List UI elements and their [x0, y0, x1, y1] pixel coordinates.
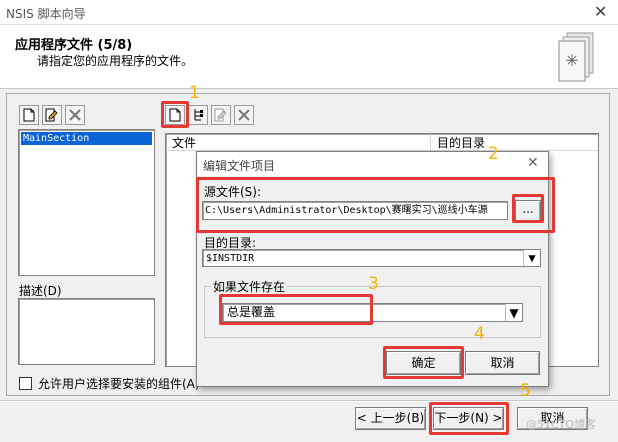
- dialog-cancel-button[interactable]: 取消: [465, 351, 540, 375]
- column-file[interactable]: 文件: [166, 134, 431, 150]
- chevron-down-icon[interactable]: ▼: [523, 250, 540, 266]
- highlight-exists: [219, 294, 373, 325]
- watermark: @51CTO博客: [526, 418, 597, 431]
- svg-text:✳: ✳: [565, 51, 578, 70]
- checkbox-box[interactable]: [19, 377, 32, 390]
- highlight-browse: [512, 194, 544, 223]
- column-dest[interactable]: 目的目录: [431, 134, 485, 150]
- highlight-add-file: [161, 101, 189, 128]
- annotation-1: 1: [189, 83, 200, 103]
- description-label: 描述(D): [19, 284, 62, 298]
- wizard-logo-icon: ✳: [557, 31, 601, 83]
- highlight-next: [429, 402, 509, 435]
- page-subtitle: 请指定您的应用程序的文件。: [37, 54, 194, 68]
- tree-icon: [194, 109, 203, 121]
- close-icon[interactable]: ✕: [594, 2, 607, 21]
- annotation-4: 4: [474, 324, 485, 344]
- new-section-button[interactable]: [19, 105, 39, 125]
- allow-components-checkbox[interactable]: 允许用户选择要安装的组件(A): [19, 375, 200, 392]
- dialog-close-icon[interactable]: ✕: [527, 155, 539, 171]
- new-document-icon: [23, 108, 35, 122]
- delete-file-button[interactable]: [234, 105, 254, 125]
- description-box: [18, 298, 155, 365]
- edit-document-icon: [214, 108, 227, 122]
- exists-group-label: 如果文件存在: [211, 278, 288, 295]
- page-title: 应用程序文件 (5/8): [15, 38, 133, 53]
- dest-value: $INSTDIR: [206, 253, 255, 264]
- wizard-header: 应用程序文件 (5/8) 请指定您的应用程序的文件。 ✳: [0, 25, 618, 89]
- highlight-ok: [383, 346, 464, 379]
- section-item-main[interactable]: MainSection: [21, 132, 152, 145]
- dialog-title: 编辑文件项目: [203, 159, 276, 173]
- checkbox-label: 允许用户选择要安装的组件(A): [38, 377, 200, 391]
- back-button[interactable]: < 上一步(B): [355, 407, 426, 430]
- edit-document-icon: [45, 108, 58, 122]
- file-list-header: 文件 目的目录: [166, 134, 598, 151]
- annotation-2: 2: [488, 144, 499, 164]
- title-bar: NSIS 脚本向导 ✕: [0, 0, 618, 25]
- annotation-5: 5: [520, 381, 531, 401]
- delete-icon: [69, 109, 81, 121]
- chevron-down-icon[interactable]: ▼: [505, 304, 522, 321]
- annotation-3: 3: [368, 274, 379, 294]
- section-toolbar: [19, 105, 85, 125]
- delete-icon: [238, 109, 250, 121]
- delete-section-button[interactable]: [65, 105, 85, 125]
- edit-file-button[interactable]: [211, 105, 231, 125]
- add-folder-button[interactable]: [188, 105, 208, 125]
- dest-combo[interactable]: $INSTDIR ▼: [202, 249, 541, 267]
- sections-list[interactable]: MainSection: [18, 129, 155, 276]
- edit-section-button[interactable]: [42, 105, 62, 125]
- window-title: NSIS 脚本向导: [6, 7, 86, 21]
- highlight-source: [196, 177, 555, 233]
